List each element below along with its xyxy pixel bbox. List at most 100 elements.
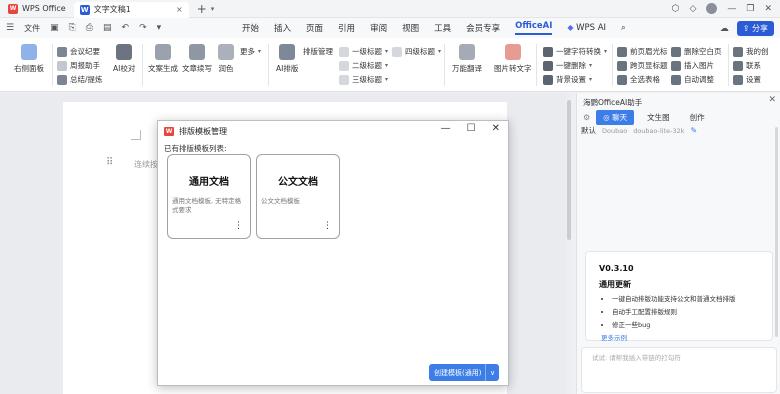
template-title: 通用文档 [189,177,229,188]
hexagon-icon[interactable]: ⬡ [672,4,680,14]
h2-button[interactable]: 二级标题 ▾ [339,60,388,71]
chat-input-box[interactable] [581,347,777,393]
minimize-icon[interactable]: — [441,123,451,134]
document-scroll-thumb[interactable] [567,100,571,240]
close-panel-icon[interactable]: ✕ [768,95,776,105]
template-card-general[interactable]: 通用文档 通用文档模板, 无特定格式要求 ⋮ [167,154,251,239]
meeting-minutes-button[interactable]: 会议纪要 [57,46,100,57]
new-tab-button[interactable]: + [197,2,207,16]
one-delete-button[interactable]: 一键删除 ▾ [543,60,592,71]
tab-create[interactable]: 创作 [683,110,712,125]
model-selector[interactable]: 默认 Doubao doubao-lite-32k ✎ [581,125,697,136]
settings-button[interactable]: 设置 [733,74,761,85]
header-cursor-button[interactable]: 前页眉光标 [617,46,668,57]
tab-member[interactable]: 会员专享 [466,22,500,34]
ribbon-toolbar: 右侧面板 会议纪要 周报助手 总结/提炼 AI校对 文案生成 文章续写 润色 更… [0,38,780,92]
template-card-official[interactable]: 公文文档 公文文档模板 ⋮ [256,154,340,239]
tab-review[interactable]: 审阅 [370,22,387,34]
wps-home-tab[interactable]: W WPS Office [0,0,74,18]
minimize-icon[interactable]: — [727,4,736,14]
tab-officeai[interactable]: OfficeAI [515,21,553,35]
right-panel-button[interactable]: 右侧面板 [14,44,44,74]
hamburger-menu-icon[interactable]: ☰ [6,23,14,33]
table-icon [617,74,627,85]
more-quick-icon[interactable]: ▾ [157,23,162,33]
ai-proofread-button[interactable]: AI校对 [113,44,135,74]
bg-settings-button[interactable]: 背景设置 ▾ [543,74,592,85]
polish-button[interactable]: 润色 [218,44,234,74]
preview-icon[interactable]: ▤ [103,23,112,33]
cross-page-header-label: 跨页显标题 [630,61,668,70]
h1-icon [339,46,349,57]
edit-icon[interactable]: ✎ [691,126,698,135]
tab-home[interactable]: 开始 [242,22,259,34]
more-vertical-icon[interactable]: ⋮ [234,221,243,231]
print-icon[interactable]: ⎙ [86,23,93,33]
search-icon[interactable]: ⌕ [621,23,626,33]
tab-insert[interactable]: 插入 [274,22,291,34]
more-examples-link[interactable]: 更多示例 [601,332,627,342]
select-table-button[interactable]: 全选表格 [617,74,660,85]
insert-image-button[interactable]: 插入图片 [671,60,714,71]
drag-handle-icon[interactable]: ⠿ [106,157,113,168]
my-creations-button[interactable]: 我的创 [733,46,769,57]
tab-references[interactable]: 引用 [338,22,355,34]
tab-text-to-image[interactable]: 文生图 [640,110,677,125]
create-template-button[interactable]: 创建模板(通用) ∨ [429,364,499,381]
maximize-icon[interactable]: ☐ [467,123,476,134]
tab-tools[interactable]: 工具 [434,22,451,34]
img2text-button[interactable]: 图片转文字 [494,44,532,74]
document-text[interactable]: 连续按 [134,159,158,170]
close-icon[interactable]: ✕ [492,123,500,134]
tab-view[interactable]: 视图 [402,22,419,34]
chevron-down-icon: ▾ [385,76,389,83]
share-button[interactable]: ⇪ 分享 [736,21,774,36]
weekly-report-button[interactable]: 周报助手 [57,60,100,71]
layout-mgmt-button[interactable]: 排版管理 [303,46,333,57]
undo-icon[interactable]: ↶ [122,23,130,33]
h1-button[interactable]: 一级标题 ▾ [339,46,388,57]
save-icon[interactable]: ▣ [50,23,59,33]
redo-icon[interactable]: ↷ [139,23,147,33]
gear-icon[interactable]: ⚙ [583,113,590,122]
chat-input[interactable] [592,354,772,362]
continue-write-button[interactable]: 文章续写 [182,44,212,74]
document-tab[interactable]: W 文字文稿1 × [73,1,189,18]
tab-page[interactable]: 页面 [306,22,323,34]
delete-blank-button[interactable]: 删除空白页 [671,46,722,57]
chevron-down-icon: ▾ [385,62,389,69]
cloud-sync-icon[interactable]: ☁ [720,24,729,34]
model-provider: Doubao [602,126,628,135]
h3-button[interactable]: 三级标题 ▾ [339,74,388,85]
cube-icon[interactable]: ◇ [689,4,696,14]
one-delete-label: 一键删除 [556,61,586,70]
text-gen-button[interactable]: 文案生成 [148,44,178,74]
more-button[interactable]: 更多 ▾ [240,46,261,57]
summary-icon [57,74,67,85]
restore-icon[interactable]: ❐ [746,4,754,14]
close-window-icon[interactable]: ✕ [764,4,772,14]
gear-icon [733,74,743,85]
proofread-icon [116,44,133,60]
release-notes-card: V0.3.10 通用更新 一键自动排版功能支持公文和普通文档排版 自动手工配置排… [585,251,773,342]
avatar[interactable] [706,3,718,14]
chevron-down-icon[interactable]: ∨ [485,364,499,381]
more-vertical-icon[interactable]: ⋮ [323,221,332,231]
file-menu[interactable]: 文件 [24,23,40,34]
version-label: V0.3.10 [599,264,634,273]
tab-chat[interactable]: ◎ 聊天 [596,110,635,125]
export-icon[interactable]: ⎘ [69,23,76,33]
auto-adjust-button[interactable]: 自动调整 [671,74,714,85]
contact-button[interactable]: 联系 [733,60,761,71]
summary-button[interactable]: 总结/提炼 [57,74,103,85]
translate-button[interactable]: 万能翻译 [452,44,482,74]
char-convert-button[interactable]: 一键字符转换 ▾ [543,46,607,57]
panel-title: 海鹦OfficeAI助手 [583,98,643,107]
tab-list-dropdown[interactable]: ▾ [211,5,215,13]
cross-page-header-button[interactable]: 跨页显标题 [617,60,668,71]
h4-button[interactable]: 四级标题 ▾ [392,46,441,57]
panel-scrollbar[interactable] [775,127,778,337]
tab-wps-ai[interactable]: ◆ WPS AI [567,23,606,33]
close-tab-icon[interactable]: × [176,5,183,14]
ai-layout-button[interactable]: AI排版 [276,44,298,74]
